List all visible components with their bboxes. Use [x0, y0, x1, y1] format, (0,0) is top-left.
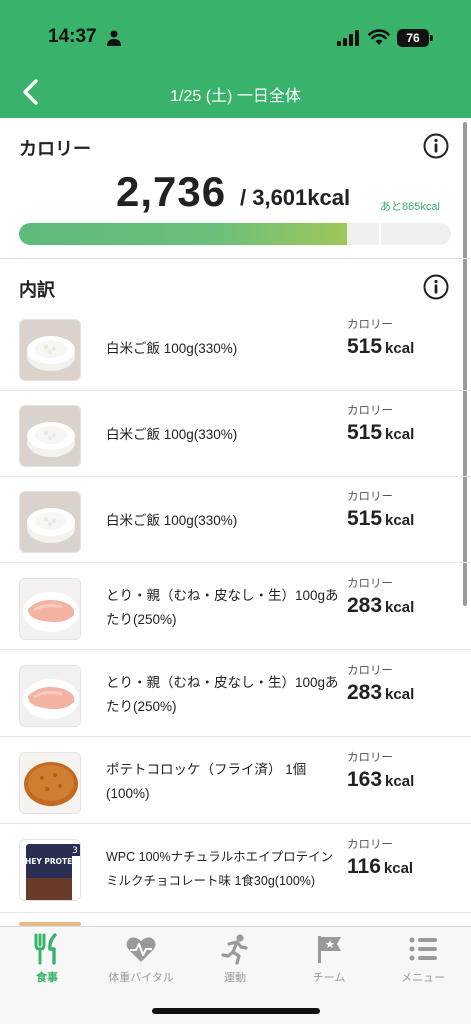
- cellular-signal-icon: [337, 30, 359, 46]
- food-calorie-value: 515 kcal: [347, 335, 414, 359]
- food-calorie-number: 163: [347, 768, 383, 791]
- food-calorie-value: 515 kcal: [347, 507, 414, 531]
- calories-consumed: 2,736: [116, 168, 227, 215]
- food-calorie-label: カロリー: [347, 578, 393, 590]
- calorie-progress-bar: [19, 223, 451, 245]
- food-calorie-unit: kcal: [385, 512, 415, 529]
- protein-pack-label: WHEY PROTEIN: [20, 857, 81, 866]
- food-list-item[interactable]: ポテトコロッケ（フライ済） 1個(100%) カロリー 163 kcal: [0, 738, 471, 824]
- food-calorie-value: 283 kcal: [347, 681, 414, 705]
- breakdown-info-icon[interactable]: [423, 274, 449, 300]
- food-name: WPC 100%ナチュラルホエイプロテイン ミルクチョコレート味 1食30g(1…: [106, 850, 334, 888]
- app-header: 14:37 76 1/25 (土) 一日全体: [0, 0, 471, 118]
- calorie-info-icon[interactable]: [423, 133, 449, 159]
- food-calorie-value: 515 kcal: [347, 421, 414, 445]
- croquette-thumbnail: [19, 752, 81, 814]
- food-list-item[interactable]: 白米ご飯 100g(330%) カロリー 515 kcal: [0, 391, 471, 477]
- food-calorie-value: 116 kcal: [347, 855, 413, 879]
- tab-label: 体重バイタル: [108, 972, 174, 984]
- food-list-item[interactable]: 白米ご飯 100g(330%) カロリー 515 kcal: [0, 477, 471, 563]
- rice-thumbnail: [19, 491, 81, 553]
- food-name: とり・親（むね・皮なし・生）100gあたり(250%): [106, 588, 339, 627]
- food-calorie-unit: kcal: [385, 426, 415, 443]
- food-calorie-label: カロリー: [347, 839, 393, 851]
- tab-weight-vitals[interactable]: 体重バイタル: [94, 927, 188, 997]
- calorie-progress-fill: [19, 223, 348, 245]
- food-calorie-number: 515: [347, 335, 383, 358]
- menu-list-icon: [409, 937, 437, 961]
- food-calorie-unit: kcal: [383, 860, 414, 877]
- food-calorie-value: 283 kcal: [347, 594, 414, 618]
- heart-vital-icon: [126, 937, 156, 962]
- food-calorie-unit: kcal: [385, 340, 415, 357]
- runner-icon: [221, 934, 248, 965]
- calories-remaining: あと865kcal: [380, 201, 440, 213]
- chicken-thumbnail: [19, 578, 81, 640]
- tab-label: 食事: [36, 972, 58, 984]
- battery-indicator: 76: [397, 29, 433, 47]
- food-name: 白米ご飯 100g(330%): [106, 513, 238, 528]
- food-name: ポテトコロッケ（フライ済） 1個(100%): [106, 762, 307, 801]
- tab-team[interactable]: チーム: [282, 927, 376, 997]
- food-calorie-unit: kcal: [385, 599, 415, 616]
- status-time: 14:37: [48, 26, 97, 47]
- calorie-section-title: カロリー: [19, 139, 91, 159]
- tab-label: チーム: [312, 972, 346, 984]
- tab-exercise[interactable]: 運動: [188, 927, 282, 997]
- food-list-item[interactable]: 白米ご飯 100g(330%) カロリー 515 kcal: [0, 305, 471, 391]
- section-divider: [0, 258, 471, 259]
- person-icon: [107, 30, 121, 46]
- page-title: 1/25 (土) 一日全体: [170, 88, 301, 105]
- food-calorie-number: 283: [347, 681, 383, 704]
- food-calorie-label: カロリー: [347, 752, 393, 764]
- protein-pack-badge: 3: [72, 846, 78, 856]
- food-calorie-value: 163 kcal: [347, 768, 414, 792]
- home-indicator: [152, 1008, 320, 1014]
- wifi-icon: [368, 29, 390, 45]
- food-calorie-label: カロリー: [347, 405, 393, 417]
- protein-package-thumbnail: 3 WHEY PROTEIN: [19, 839, 81, 901]
- fork-knife-icon: [34, 933, 57, 965]
- food-calorie-unit: kcal: [385, 686, 415, 703]
- chicken-thumbnail: [19, 665, 81, 727]
- food-calorie-label: カロリー: [347, 319, 393, 331]
- food-calorie-label: カロリー: [347, 491, 393, 503]
- breakdown-section-title: 内訳: [19, 280, 55, 300]
- food-calorie-number: 116: [347, 855, 381, 878]
- food-list-item[interactable]: とり・親（むね・皮なし・生）100gあたり(250%) カロリー 283 kcal: [0, 651, 471, 737]
- food-calorie-number: 515: [347, 507, 383, 530]
- food-list-item[interactable]: 3 WHEY PROTEIN WPC 100%ナチュラルホエイプロテイン ミルク…: [0, 825, 471, 913]
- food-name: 白米ご飯 100g(330%): [106, 341, 238, 356]
- tab-label: 運動: [224, 972, 246, 984]
- food-calorie-number: 515: [347, 421, 383, 444]
- rice-thumbnail: [19, 405, 81, 467]
- progress-goal-divider: [379, 223, 381, 245]
- tab-meals[interactable]: 食事: [0, 927, 94, 997]
- flag-icon: [318, 936, 341, 963]
- calories-goal: / 3,601kcal: [240, 185, 351, 210]
- tab-label: メニュー: [401, 972, 445, 984]
- food-list-item[interactable]: とり・親（むね・皮なし・生）100gあたり(250%) カロリー 283 kcal: [0, 564, 471, 650]
- rice-thumbnail: [19, 319, 81, 381]
- status-bar: 14:37 76: [0, 0, 471, 70]
- food-calorie-number: 283: [347, 594, 383, 617]
- food-name: 白米ご飯 100g(330%): [106, 427, 238, 442]
- food-name: とり・親（むね・皮なし・生）100gあたり(250%): [106, 675, 339, 714]
- food-calorie-label: カロリー: [347, 665, 393, 677]
- food-calorie-unit: kcal: [385, 773, 415, 790]
- tab-menu[interactable]: メニュー: [376, 927, 470, 997]
